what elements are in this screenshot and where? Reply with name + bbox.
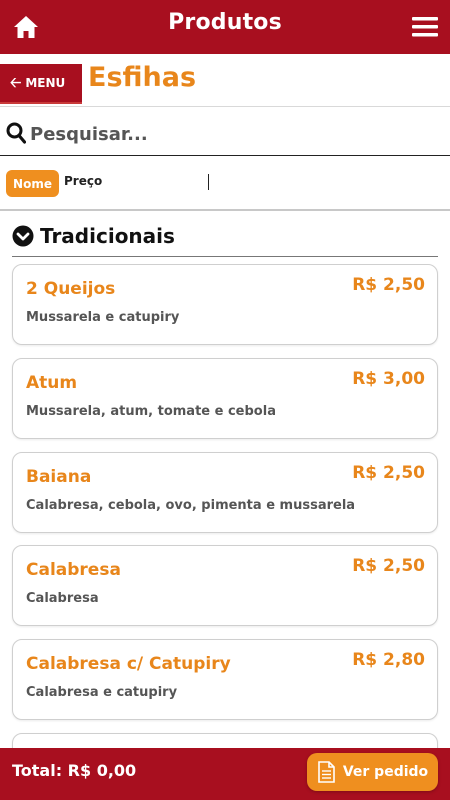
product-price: R$ 2,50 [352,275,425,295]
search-underline [0,155,450,156]
back-to-menu-button[interactable]: 🡠 MENU [0,64,82,104]
header-divider [0,106,450,107]
hamburger-menu-icon[interactable] [412,15,438,39]
text-cursor [208,174,209,190]
product-name: 2 Queijos [26,279,116,299]
product-card[interactable]: Baiana R$ 2,50 Calabresa, cebola, ovo, p… [12,452,438,533]
page-title: Produtos [168,10,282,35]
section-title: Esfihas [88,62,197,93]
product-description: Calabresa e catupiry [26,685,178,700]
product-name: Calabresa [26,560,121,580]
product-name: Calabresa c/ Catupiry [26,654,231,674]
sort-options: Nome Preço [0,164,450,204]
arrow-left-icon: 🡠 [10,75,22,91]
sort-by-price-button[interactable]: Preço [64,174,102,188]
view-order-label: Ver pedido [342,764,429,780]
bottom-total-bar: Total: R$ 0,00 Ver pedido [0,748,450,800]
product-price: R$ 2,50 [352,556,425,576]
product-price: R$ 2,80 [352,650,425,670]
product-description: Calabresa [26,591,99,606]
product-list: 2 Queijos R$ 2,50 Mussarela e catupiry A… [0,264,450,748]
sort-divider [0,209,450,211]
back-button-label: MENU [25,76,66,90]
category-header[interactable]: Tradicionais [12,222,175,250]
product-card[interactable]: Calabresa R$ 2,50 Calabresa [12,545,438,626]
product-card[interactable]: 2 Queijos R$ 2,50 Mussarela e catupiry [12,264,438,345]
product-card[interactable]: Atum R$ 3,00 Mussarela, atum, tomate e c… [12,358,438,439]
search-bar [0,118,450,156]
top-app-bar: Produtos [0,0,450,54]
search-input[interactable] [30,118,440,150]
document-icon [318,761,335,783]
category-title: Tradicionais [40,224,175,248]
product-description: Calabresa, cebola, ovo, pimenta e mussar… [26,498,356,513]
product-card[interactable]: Calabresa c/ Catupiry R$ 2,80 Calabresa … [12,639,438,720]
product-card-partial[interactable] [12,733,438,748]
search-icon [6,122,26,144]
chevron-down-circle-icon [12,225,34,247]
product-description: Mussarela e catupiry [26,310,180,325]
order-total: Total: R$ 0,00 [12,761,137,780]
product-description: Mussarela, atum, tomate e cebola [26,404,276,419]
product-name: Baiana [26,467,92,487]
app-screen: Produtos 🡠 MENU Esfihas Nome Preço Tradi… [0,0,450,800]
product-price: R$ 2,50 [352,463,425,483]
product-name: Atum [26,373,78,393]
category-underline [12,256,438,257]
view-order-button[interactable]: Ver pedido [307,753,438,791]
product-price: R$ 3,00 [352,369,425,389]
sort-by-name-button[interactable]: Nome [6,170,59,197]
